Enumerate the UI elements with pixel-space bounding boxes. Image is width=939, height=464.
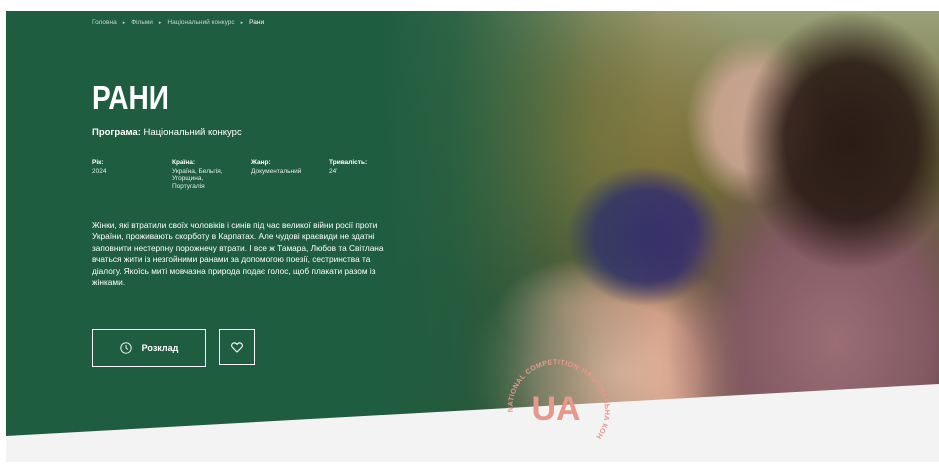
meta-genre-label: Жанр: [251,159,271,166]
schedule-button-label: Розклад [141,343,179,353]
program-value: Національний конкурс [143,127,242,138]
meta-country-label: Країна: [172,159,196,166]
meta-genre-value: Документальний [251,167,302,175]
breadcrumb-separator-icon: ▸ [158,20,162,26]
meta-year: Рік: 2024 [92,159,150,175]
breadcrumb: Головна ▸ Фільми ▸ Національний конкурс ▸ Рани [92,19,264,26]
page-title: РАНИ [92,79,169,116]
favorite-button[interactable] [219,329,255,365]
breadcrumb-films[interactable]: Фільми [131,19,153,26]
film-hero: Головна ▸ Фільми ▸ Національний конкурс ▸ Рани… [6,11,939,436]
breadcrumb-competition[interactable]: Національний конкурс [167,19,234,26]
meta-year-label: Рік: [92,159,104,166]
clock-icon [120,342,132,354]
seal-center-text: UA [531,390,580,428]
breadcrumb-separator-icon: ▸ [122,20,126,26]
heart-icon [231,341,243,353]
meta-genre: Жанр: Документальний [251,159,309,175]
breadcrumb-home[interactable]: Головна [92,19,117,26]
meta-year-value: 2024 [92,167,107,175]
schedule-button[interactable]: Розклад [92,329,206,367]
program-label: Програма: [92,127,141,138]
ua-competition-seal: NATIONAL COMPETITION PROGRAM НАЦІОНАЛЬНА… [499,350,612,441]
meta-country: Країна: Україна, Бельгія, Угорщина, Порт… [172,159,230,190]
breadcrumb-current: Рани [249,19,265,26]
meta-country-value: Україна, Бельгія, Угорщина, Португалія [172,167,223,190]
breadcrumb-separator-icon: ▸ [240,20,244,26]
film-description: Жінки, які втратили своїх чоловіків і си… [92,220,384,288]
meta-duration-value: 24' [329,167,338,175]
program-line: Програма: Національний конкурс [92,127,242,138]
meta-duration-label: Тривалість: [329,159,368,166]
meta-duration: Тривалість: 24' [329,159,387,175]
